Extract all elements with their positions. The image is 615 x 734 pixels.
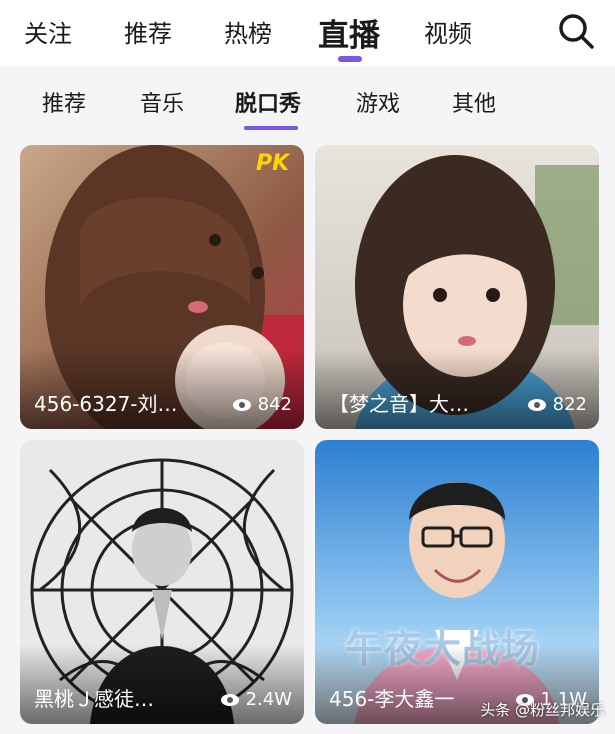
view-count: 822 xyxy=(527,394,587,415)
view-count: 2.4W xyxy=(220,689,292,710)
sub-tab-indicator xyxy=(244,126,298,130)
live-card[interactable]: 【梦之音】大… 822 xyxy=(315,145,599,429)
live-card[interactable]: PK 456-6327-刘… 842 xyxy=(20,145,304,429)
view-count-value: 822 xyxy=(552,394,587,415)
live-card[interactable]: 午夜大战场 456-李大鑫一 1.1W xyxy=(315,440,599,724)
card-title: 456-6327-刘… xyxy=(34,392,178,416)
subtab-other[interactable]: 其他 xyxy=(452,86,496,118)
view-count-value: 842 xyxy=(257,394,292,415)
tab-video[interactable]: 视频 xyxy=(424,14,472,49)
subtab-recommend[interactable]: 推荐 xyxy=(42,86,86,118)
eye-icon xyxy=(220,693,239,706)
watermark: 头条 @粉丝邦娱乐 xyxy=(480,701,605,719)
tab-hot[interactable]: 热榜 xyxy=(224,14,272,49)
subtab-games[interactable]: 游戏 xyxy=(356,86,400,118)
subtab-music[interactable]: 音乐 xyxy=(140,86,184,118)
view-count: 842 xyxy=(232,394,292,415)
top-tab-indicator xyxy=(338,56,362,62)
eye-icon xyxy=(232,398,251,411)
sub-nav: 推荐 音乐 脱口秀 游戏 其他 xyxy=(0,66,615,136)
live-card[interactable]: 黑桃Ｊ感徒… 2.4W xyxy=(20,440,304,724)
subtab-talkshow[interactable]: 脱口秀 xyxy=(235,86,301,118)
tab-live[interactable]: 直播 xyxy=(318,10,380,55)
top-nav: 关注 推荐 热榜 直播 视频 xyxy=(0,0,615,66)
tab-follow[interactable]: 关注 xyxy=(24,14,72,49)
eye-icon xyxy=(527,398,546,411)
card-title: 【梦之音】大… xyxy=(329,392,469,416)
pk-badge: PK xyxy=(256,151,290,176)
view-count-value: 2.4W xyxy=(245,689,292,710)
card-title: 黑桃Ｊ感徒… xyxy=(34,687,154,711)
tab-recommend[interactable]: 推荐 xyxy=(124,14,172,49)
search-icon[interactable] xyxy=(556,11,596,51)
